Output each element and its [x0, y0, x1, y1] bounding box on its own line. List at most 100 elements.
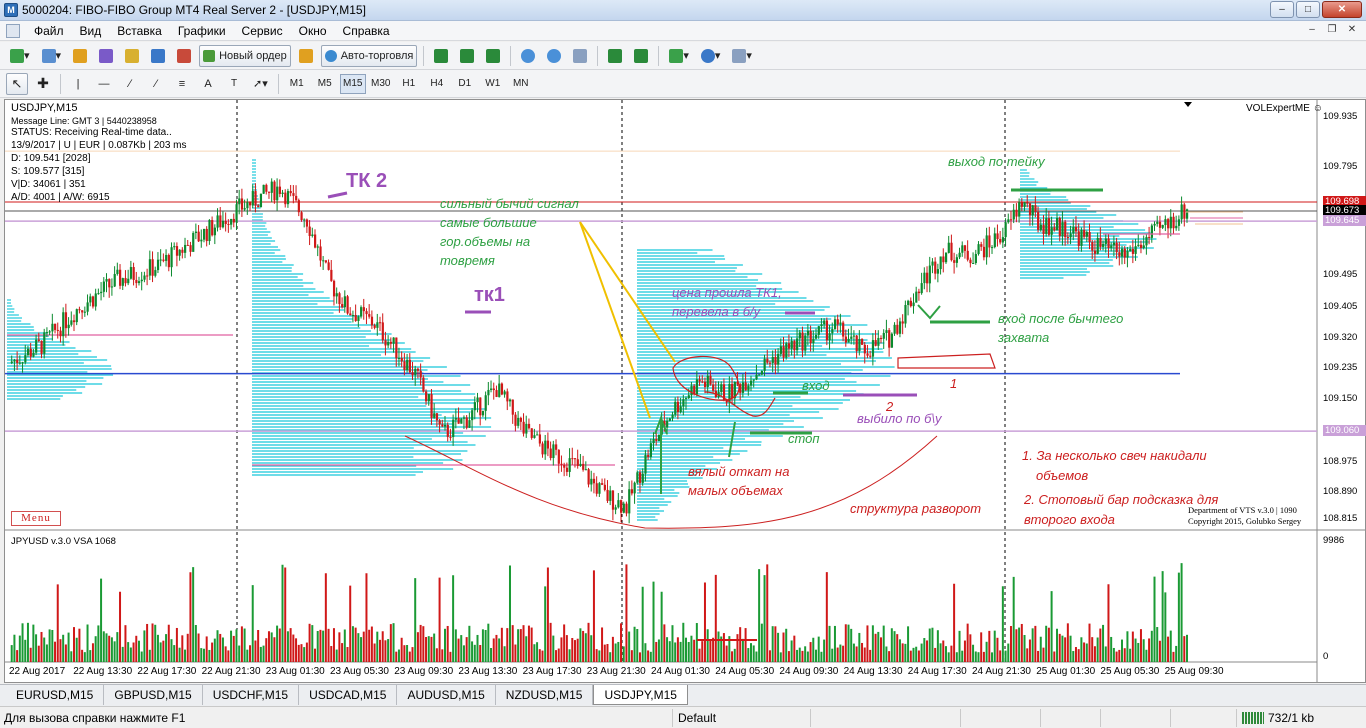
- line-chart-button[interactable]: [482, 45, 504, 67]
- candle-body: [506, 391, 509, 402]
- candle-body: [487, 389, 490, 396]
- menu-insert[interactable]: Вставка: [109, 21, 170, 41]
- chart-window[interactable]: USDJPY,M15 VOLExpertME ☺ Message Line: G…: [4, 99, 1366, 683]
- menu-window[interactable]: Окно: [291, 21, 335, 41]
- candle-body: [1115, 242, 1118, 253]
- candle-body: [24, 355, 27, 363]
- metaeditor-button[interactable]: [295, 45, 317, 67]
- navigator-button[interactable]: [121, 45, 143, 67]
- candle-body: [286, 191, 290, 205]
- tester-button[interactable]: [173, 45, 195, 67]
- price-chart[interactable]: [5, 100, 1365, 682]
- time-label: 23 Aug 05:30: [330, 666, 389, 677]
- candle-body: [582, 463, 585, 470]
- data-window-button[interactable]: [95, 45, 117, 67]
- trendline-tool[interactable]: ∕: [119, 73, 141, 95]
- tab-nzdusd[interactable]: NZDUSD,M15: [496, 685, 594, 705]
- menu-view[interactable]: Вид: [72, 21, 110, 41]
- autoscroll-button[interactable]: [630, 45, 652, 67]
- chart-tabs: EURUSD,M15 GBPUSD,M15 USDCHF,M15 USDCAD,…: [0, 684, 1366, 706]
- channel-tool[interactable]: ⁄: [145, 73, 167, 95]
- candle-body: [305, 219, 309, 227]
- annotation-note-2a: 2. Стоповый бар подсказка для: [1024, 492, 1219, 507]
- candle-body: [1001, 237, 1005, 243]
- crosshair-tool[interactable]: ✚: [32, 73, 54, 95]
- candle-body: [939, 256, 942, 270]
- new-chart-button[interactable]: ▾: [6, 45, 34, 67]
- candle-body: [590, 478, 593, 485]
- candle-body: [996, 233, 999, 240]
- minimize-button[interactable]: –: [1270, 1, 1294, 18]
- vertical-line-tool[interactable]: |: [67, 73, 89, 95]
- close-button[interactable]: ✕: [1322, 1, 1362, 18]
- timeframe-m30[interactable]: M30: [368, 74, 394, 94]
- mdi-restore-button[interactable]: ❐: [1324, 23, 1340, 37]
- timeframe-w1[interactable]: W1: [480, 74, 506, 94]
- menu-tools[interactable]: Сервис: [234, 21, 291, 41]
- mdi-close-button[interactable]: ✕: [1344, 23, 1360, 37]
- horizontal-line-tool[interactable]: —: [93, 73, 115, 95]
- candle-body: [530, 428, 533, 438]
- fibonacci-tool[interactable]: ≡: [171, 73, 193, 95]
- toolbar-separator: [277, 73, 279, 94]
- candle-body: [536, 434, 539, 436]
- clock-icon: [700, 48, 715, 63]
- candle-body: [500, 383, 504, 395]
- candle-body: [869, 355, 872, 357]
- templates-button[interactable]: ▾: [728, 45, 756, 67]
- timeframe-h4[interactable]: H4: [424, 74, 450, 94]
- candle-body: [555, 444, 558, 450]
- zoom-out-button[interactable]: [543, 45, 565, 67]
- auto-trading-button[interactable]: Авто-торговля: [320, 44, 418, 67]
- indicators-button[interactable]: ▾: [665, 45, 693, 67]
- tile-windows-button[interactable]: [569, 45, 591, 67]
- tab-usdjpy[interactable]: USDJPY,M15: [593, 685, 688, 705]
- tab-eurusd[interactable]: EURUSD,M15: [6, 685, 105, 705]
- terminal-button[interactable]: [147, 45, 169, 67]
- profiles-button[interactable]: ▾: [38, 45, 66, 67]
- maximize-button[interactable]: □: [1296, 1, 1320, 18]
- candle-body: [1064, 221, 1067, 238]
- candle-body: [81, 310, 84, 313]
- menu-file[interactable]: Файл: [26, 21, 72, 41]
- timeframe-m1[interactable]: M1: [284, 74, 310, 94]
- timeframe-m15[interactable]: M15: [339, 73, 366, 94]
- indicator-menu-button[interactable]: Menu: [11, 511, 61, 526]
- menu-charts[interactable]: Графики: [170, 21, 234, 41]
- line-chart-icon: [486, 48, 501, 63]
- candle-body: [230, 218, 233, 225]
- timeframe-mn[interactable]: MN: [508, 74, 534, 94]
- price-label: 108.815: [1323, 513, 1358, 525]
- tab-usdchf[interactable]: USDCHF,M15: [203, 685, 300, 705]
- candle-body: [208, 220, 211, 242]
- periods-button[interactable]: ▾: [697, 45, 725, 67]
- chart-shift-button[interactable]: [604, 45, 626, 67]
- menu-help[interactable]: Справка: [335, 21, 398, 41]
- toolbar-separator: [658, 45, 660, 66]
- text-label-tool[interactable]: T: [223, 73, 245, 95]
- zoom-in-button[interactable]: [517, 45, 539, 67]
- market-watch-button[interactable]: [69, 45, 91, 67]
- tester-icon: [177, 48, 192, 63]
- mdi-minimize-button[interactable]: –: [1304, 23, 1320, 37]
- cursor-tool[interactable]: ↖: [6, 72, 28, 95]
- candlestick-button[interactable]: [456, 45, 478, 67]
- tab-usdcad[interactable]: USDCAD,M15: [299, 685, 398, 705]
- new-order-button[interactable]: Новый ордер: [199, 44, 291, 67]
- tab-gbpusd[interactable]: GBPUSD,M15: [104, 685, 203, 705]
- bar-chart-icon: [434, 48, 449, 63]
- candle-body: [146, 275, 149, 277]
- green-check: [917, 304, 941, 320]
- candle-body: [701, 381, 704, 383]
- text-tool[interactable]: A: [197, 73, 219, 95]
- timeframe-h1[interactable]: H1: [396, 74, 422, 94]
- timeframe-m5[interactable]: M5: [312, 74, 338, 94]
- bar-chart-button[interactable]: [430, 45, 452, 67]
- info-line-5: S: 109.577 [315]: [11, 166, 85, 177]
- chart-window-icon[interactable]: [6, 23, 20, 38]
- tab-audusd[interactable]: AUDUSD,M15: [397, 685, 496, 705]
- arrows-tool[interactable]: ➚▾: [249, 73, 272, 95]
- timeframe-d1[interactable]: D1: [452, 74, 478, 94]
- candle-body: [232, 218, 235, 223]
- candle-body: [814, 334, 818, 339]
